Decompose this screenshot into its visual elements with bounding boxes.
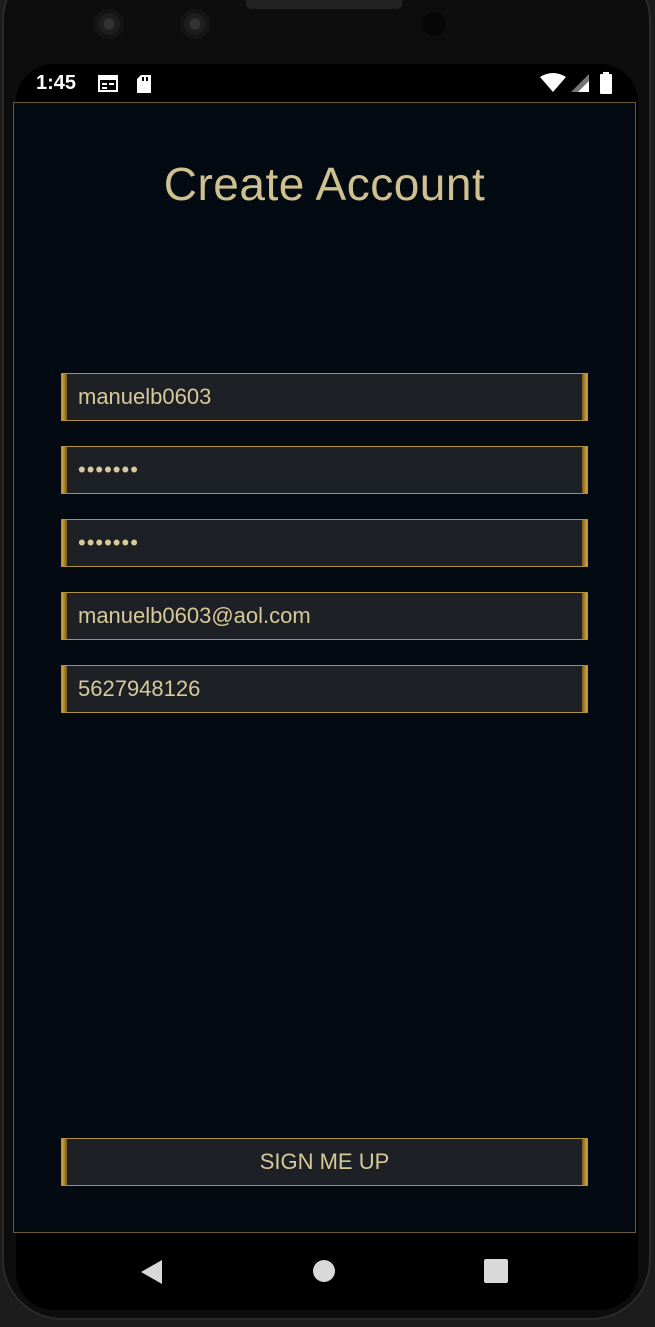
cell-signal-icon — [570, 73, 590, 98]
battery-icon — [600, 72, 612, 99]
proximity-sensor-icon — [422, 12, 446, 36]
confirm-password-value: ••••••• — [78, 530, 139, 555]
phone-value: 5627948126 — [78, 676, 201, 701]
phone-field[interactable]: 5627948126 — [61, 665, 588, 713]
status-bar: 1:45 — [16, 64, 638, 102]
sd-card-icon — [136, 74, 152, 99]
wifi-icon — [540, 73, 566, 98]
create-account-screen: Create Account manuelb0603 ••••••• •••••… — [13, 102, 636, 1233]
page-title: Create Account — [163, 158, 486, 210]
password-field[interactable]: ••••••• — [61, 446, 588, 494]
earpiece-speaker — [246, 0, 402, 9]
status-time: 1:45 — [36, 72, 77, 94]
device: 1:45 Create Account manuelb0603 ••••••• … — [0, 0, 655, 1327]
sign-me-up-button[interactable]: SIGN ME UP — [61, 1138, 588, 1186]
home-icon[interactable] — [312, 1259, 336, 1288]
password-value: ••••••• — [78, 457, 139, 482]
email-field[interactable]: manuelb0603@aol.com — [61, 592, 588, 640]
username-field[interactable]: manuelb0603 — [61, 373, 588, 421]
front-camera-icon — [180, 9, 210, 39]
navigation-bar — [16, 1233, 638, 1310]
recents-icon[interactable] — [484, 1259, 508, 1288]
username-value: manuelb0603 — [78, 384, 212, 409]
front-camera-icon — [94, 9, 124, 39]
confirm-password-field[interactable]: ••••••• — [61, 519, 588, 567]
calendar-notification-icon — [98, 74, 118, 97]
email-value: manuelb0603@aol.com — [78, 603, 311, 628]
back-icon[interactable] — [140, 1259, 164, 1290]
